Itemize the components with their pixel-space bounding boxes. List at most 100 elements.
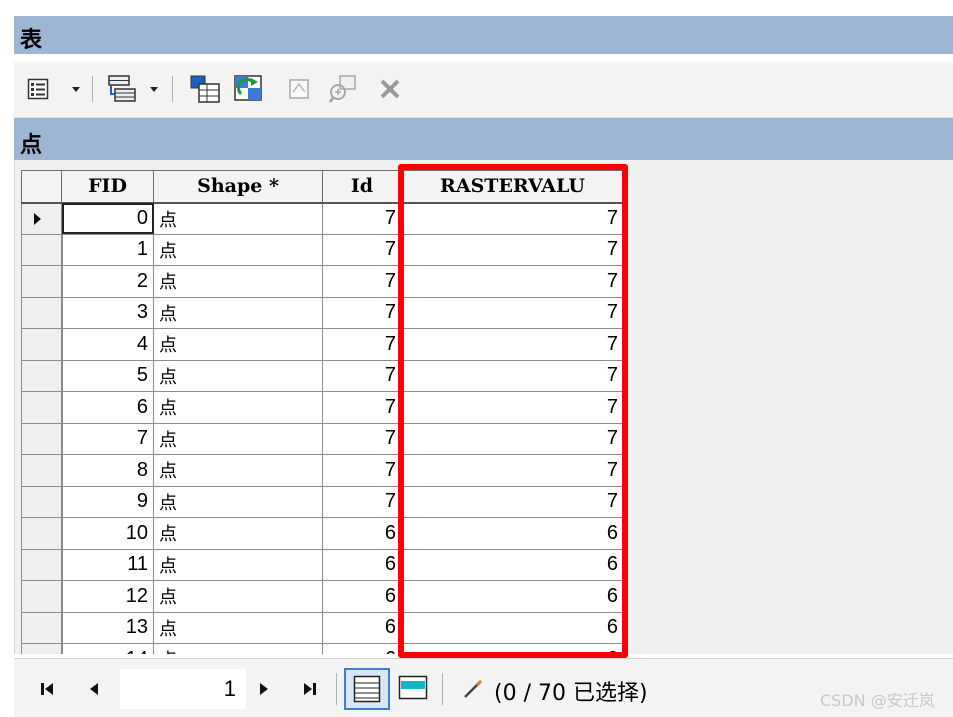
cell-id[interactable]: 6 (322, 643, 402, 654)
delete-selected-button[interactable] (376, 74, 404, 104)
last-record-button[interactable] (298, 675, 322, 703)
zoom-to-selected-button[interactable] (328, 74, 358, 104)
cell-fid[interactable]: 11 (61, 548, 154, 581)
cell-rastervalu[interactable]: 6 (401, 517, 624, 550)
cell-fid[interactable]: 5 (61, 359, 154, 392)
cell-rastervalu[interactable]: 6 (401, 611, 624, 644)
table-row[interactable]: 8点77 (21, 454, 624, 487)
cell-id[interactable]: 6 (322, 611, 402, 644)
cell-shape[interactable]: 点 (153, 517, 323, 550)
row-selector[interactable] (21, 359, 63, 392)
cell-fid[interactable]: 10 (61, 517, 154, 550)
cell-rastervalu[interactable]: 7 (401, 359, 624, 392)
next-record-button[interactable] (254, 675, 274, 703)
cell-rastervalu[interactable]: 7 (401, 391, 624, 424)
cell-id[interactable]: 7 (322, 485, 402, 518)
cell-shape[interactable]: 点 (153, 643, 323, 654)
cell-shape[interactable]: 点 (153, 454, 323, 487)
cell-fid[interactable]: 9 (61, 485, 154, 518)
cell-fid[interactable]: 13 (61, 611, 154, 644)
current-record-input[interactable]: 1 (120, 669, 246, 709)
cell-fid[interactable]: 12 (61, 580, 154, 613)
cell-rastervalu[interactable]: 6 (401, 580, 624, 613)
related-tables-button[interactable] (106, 74, 140, 104)
table-row[interactable]: 5点77 (21, 359, 624, 392)
table-row[interactable]: 7点77 (21, 422, 624, 455)
cell-fid[interactable]: 4 (61, 328, 154, 361)
table-options-button[interactable] (26, 74, 50, 104)
cell-id[interactable]: 7 (322, 202, 402, 235)
cell-shape[interactable]: 点 (153, 359, 323, 392)
cell-shape[interactable]: 点 (153, 233, 323, 266)
cell-fid[interactable]: 2 (61, 265, 154, 298)
cell-id[interactable]: 7 (322, 233, 402, 266)
cell-shape[interactable]: 点 (153, 391, 323, 424)
column-header-id[interactable]: Id (322, 170, 402, 204)
cell-rastervalu[interactable]: 6 (401, 548, 624, 581)
cell-rastervalu[interactable]: 7 (401, 296, 624, 329)
row-selector[interactable] (21, 422, 63, 455)
cell-fid[interactable]: 3 (61, 296, 154, 329)
table-row[interactable]: 14点66 (21, 643, 624, 654)
related-tables-dropdown[interactable] (148, 74, 160, 104)
row-selector[interactable] (21, 548, 63, 581)
cell-fid[interactable]: 0 (61, 202, 154, 235)
layer-tab-点[interactable]: 点 (20, 127, 42, 159)
column-header-fid[interactable]: FID (61, 170, 154, 204)
row-selector[interactable] (21, 233, 63, 266)
cell-id[interactable]: 7 (322, 359, 402, 392)
row-selector-header[interactable] (21, 170, 62, 204)
previous-record-button[interactable] (84, 675, 104, 703)
cell-shape[interactable]: 点 (153, 548, 323, 581)
cell-shape[interactable]: 点 (153, 580, 323, 613)
row-selector[interactable] (21, 485, 63, 518)
table-row[interactable]: 0点77 (21, 202, 624, 235)
cell-rastervalu[interactable]: 6 (401, 643, 624, 654)
table-row[interactable]: 4点77 (21, 328, 624, 361)
row-selector[interactable] (21, 328, 63, 361)
switch-selection-button[interactable] (232, 74, 266, 104)
first-record-button[interactable] (36, 675, 60, 703)
cell-rastervalu[interactable]: 7 (401, 233, 624, 266)
column-header-shape[interactable]: Shape * (153, 170, 323, 204)
table-row[interactable]: 12 点 6 6 (21, 580, 624, 613)
cell-id[interactable]: 7 (322, 328, 402, 361)
select-by-attributes-button[interactable] (188, 74, 222, 104)
show-all-records-button[interactable] (344, 668, 390, 710)
cell-id[interactable]: 7 (322, 296, 402, 329)
cell-fid[interactable]: 7 (61, 422, 154, 455)
row-selector[interactable] (21, 517, 63, 550)
cell-id[interactable]: 6 (322, 548, 402, 581)
table-row[interactable]: 11 点 6 6 (21, 548, 624, 581)
column-header-rastervalu[interactable]: RASTERVALU (401, 170, 624, 204)
table-row[interactable]: 2点77 (21, 265, 624, 298)
cell-fid[interactable]: 1 (61, 233, 154, 266)
cell-id[interactable]: 7 (322, 454, 402, 487)
row-selector[interactable] (21, 391, 63, 424)
row-selector[interactable] (21, 296, 63, 329)
row-selector[interactable] (21, 454, 63, 487)
cell-rastervalu[interactable]: 7 (401, 454, 624, 487)
cell-fid[interactable]: 6 (61, 391, 154, 424)
table-row[interactable]: 1点77 (21, 233, 624, 266)
show-selected-records-button[interactable] (396, 669, 430, 707)
cell-rastervalu[interactable]: 7 (401, 265, 624, 298)
cell-id[interactable]: 6 (322, 580, 402, 613)
cell-shape[interactable]: 点 (153, 265, 323, 298)
table-row[interactable]: 6点77 (21, 391, 624, 424)
cell-shape[interactable]: 点 (153, 328, 323, 361)
cell-id[interactable]: 7 (322, 391, 402, 424)
cell-id[interactable]: 6 (322, 517, 402, 550)
row-selector[interactable] (21, 202, 63, 235)
cell-fid[interactable]: 14 (61, 643, 154, 654)
cell-rastervalu[interactable]: 7 (401, 328, 624, 361)
table-options-dropdown[interactable] (70, 74, 82, 104)
row-selector[interactable] (21, 580, 63, 613)
table-row[interactable]: 9点77 (21, 485, 624, 518)
cell-fid[interactable]: 8 (61, 454, 154, 487)
cell-shape[interactable]: 点 (153, 485, 323, 518)
cell-shape[interactable]: 点 (153, 422, 323, 455)
row-selector[interactable] (21, 611, 63, 644)
cell-shape[interactable]: 点 (153, 296, 323, 329)
cell-id[interactable]: 7 (322, 422, 402, 455)
